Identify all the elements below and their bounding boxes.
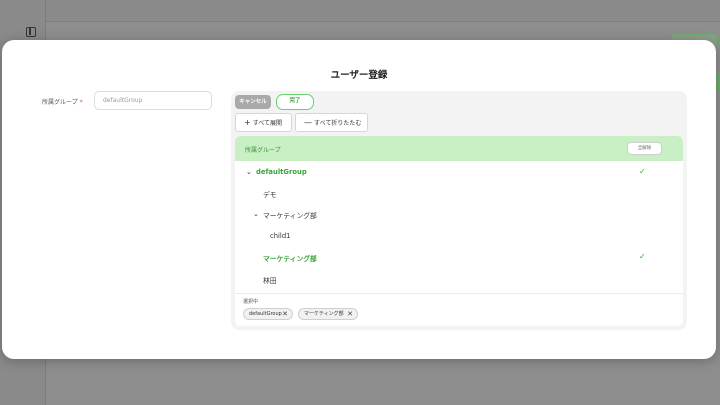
tree-item-defaultgroup[interactable]: ⌄ defaultGroup ✓ (235, 163, 683, 183)
tree-item-label: defaultGroup (256, 168, 307, 176)
collapse-all-label: すべて折りたたむ (314, 120, 362, 127)
collapse-all-button[interactable]: — すべて折りたたむ (295, 113, 368, 132)
close-icon[interactable]: ✕ (347, 309, 353, 319)
tree-item-label: マーケティング部 (263, 212, 317, 220)
chevron-down-icon[interactable]: ⌄ (246, 168, 252, 176)
group-list-header: 所属グループ 全解除 (235, 136, 683, 161)
check-icon: ✓ (639, 252, 646, 261)
expand-all-label: すべて展開 (252, 120, 283, 127)
group-field-input[interactable]: defaultGroup (94, 91, 212, 110)
user-registration-modal: ユーザー登録 所属グループ * defaultGroup キャンセル 完了 + すべ… (2, 40, 716, 359)
cancel-button[interactable]: キャンセル (235, 95, 271, 109)
group-field-label: 所属グループ * (42, 97, 83, 106)
tree-item-label: デモ (263, 191, 277, 199)
sidebar-toggle-icon[interactable] (26, 27, 36, 37)
tree-item-hayashida[interactable]: 林田 (235, 270, 683, 290)
tree-item-label: 林田 (263, 277, 277, 285)
close-icon[interactable]: ✕ (282, 309, 288, 319)
selected-chip-defaultgroup: defaultGroup ✕ (243, 308, 293, 320)
tree-item-demo[interactable]: デモ (235, 184, 683, 204)
tree-item-child1[interactable]: child1 (235, 227, 683, 247)
required-mark: * (79, 99, 83, 106)
plus-icon: + (244, 118, 251, 127)
selected-groups-title: 選択中 (243, 299, 259, 305)
clear-all-button[interactable]: 全解除 (627, 142, 662, 155)
check-icon: ✓ (639, 167, 646, 176)
group-list-header-label: 所属グループ (245, 147, 281, 154)
expand-all-button[interactable]: + すべて展開 (235, 113, 292, 132)
tree-item-marketing[interactable]: ⌄ マーケティング部 (235, 205, 683, 225)
group-selector-panel: キャンセル 完了 + すべて展開 — すべて折りたたむ 所属グループ 全解除 ⌄ d… (231, 91, 687, 330)
group-list: 所属グループ 全解除 ⌄ defaultGroup ✓ デモ ⌄ マーケティング… (235, 136, 683, 326)
chip-label: defaultGroup (249, 311, 282, 317)
background-topbar (46, 0, 720, 22)
tree-item-label: マーケティング部 (263, 255, 317, 263)
chevron-down-icon[interactable]: ⌄ (253, 210, 259, 218)
tree-item-label: child1 (270, 232, 291, 240)
selected-groups-area: 選択中 defaultGroup ✕ マーケティング部 ✕ (235, 293, 683, 326)
tree-item-marketing-selected[interactable]: マーケティング部 ✓ (235, 248, 683, 268)
modal-title: ユーザー登録 (330, 70, 388, 81)
done-button[interactable]: 完了 (276, 94, 314, 110)
group-field-label-text: 所属グループ (42, 99, 78, 106)
minus-icon: — (304, 118, 312, 127)
chip-label: マーケティング部 (304, 311, 344, 317)
selected-chip-marketing: マーケティング部 ✕ (298, 308, 358, 320)
